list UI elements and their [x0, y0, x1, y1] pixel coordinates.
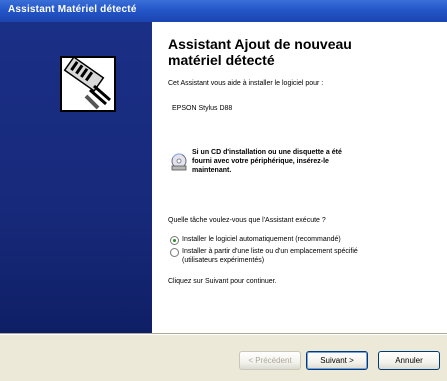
next-button[interactable]: Suivant >: [306, 351, 368, 370]
wizard-window: Assistant Matériel détecté Assistant Ajo…: [0, 0, 447, 381]
hardware-wizard-icon: [60, 56, 116, 112]
window-title: Assistant Matériel détecté: [8, 4, 137, 15]
task-question: Quelle tâche voulez-vous que l'Assistant…: [168, 217, 326, 224]
radio-auto-install[interactable]: [170, 236, 179, 245]
wizard-content: Assistant Ajout de nouveau matériel déte…: [168, 22, 440, 333]
footer-divider-highlight: [0, 334, 447, 335]
continue-hint: Cliquez sur Suivant pour continuer.: [168, 278, 277, 285]
cd-disk-icon: [171, 153, 187, 171]
title-bar[interactable]: Assistant Matériel détecté: [0, 0, 447, 22]
option-manual-line-1: Installer à partir d'une liste ou d'un e…: [182, 248, 358, 255]
cd-hint: Si un CD d'installation ou une disquette…: [192, 148, 342, 175]
option-manual-line-2: (utilisateurs expérimentés): [182, 257, 265, 264]
wizard-sidebar: [0, 22, 152, 333]
cd-hint-line-2: fourni avec votre périphérique, insérez-…: [192, 158, 329, 165]
wizard-panel: Assistant Ajout de nouveau matériel déte…: [0, 22, 447, 333]
intro-text: Cet Assistant vous aide à installer le l…: [168, 80, 324, 87]
radio-manual-install[interactable]: [170, 248, 179, 257]
cd-hint-line-1: Si un CD d'installation ou une disquette…: [192, 149, 342, 156]
option-auto-install-label[interactable]: Installer le logiciel automatiquement (r…: [182, 235, 341, 244]
heading-line-2: matériel détecté: [168, 52, 275, 68]
device-name: EPSON Stylus D88: [172, 105, 233, 112]
wizard-heading: Assistant Ajout de nouveau matériel déte…: [168, 36, 438, 68]
back-button[interactable]: < Précédent: [239, 351, 301, 370]
cd-hint-line-3: maintenant.: [192, 167, 232, 174]
heading-line-1: Assistant Ajout de nouveau: [168, 36, 352, 52]
cancel-button[interactable]: Annuler: [378, 351, 440, 370]
option-manual-install-label[interactable]: Installer à partir d'une liste ou d'un e…: [182, 247, 358, 265]
